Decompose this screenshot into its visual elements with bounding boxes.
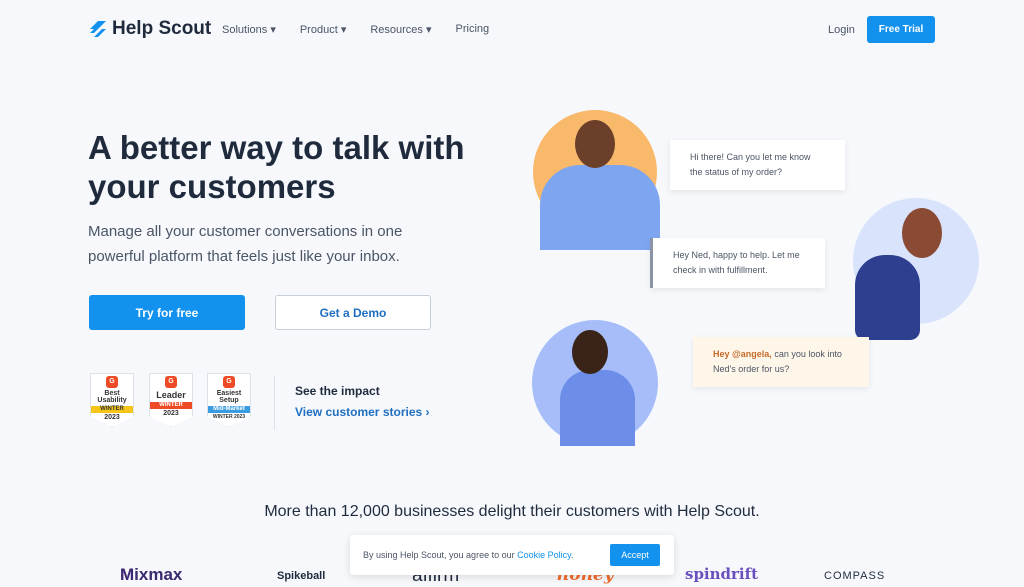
cookie-banner: By using Help Scout, you agree to our Co…	[350, 535, 674, 575]
logo-spikeball: Spikeball	[277, 570, 326, 582]
accept-cookies-button[interactable]: Accept	[610, 544, 660, 566]
nav-solutions[interactable]: Solutions ▾	[222, 23, 276, 36]
try-free-button[interactable]: Try for free	[89, 295, 245, 330]
person-head-illustration	[572, 330, 608, 374]
chat-bubble-reply: Hey Ned, happy to help. Let me check in …	[650, 238, 825, 288]
person-body-illustration	[540, 165, 660, 250]
nav-product[interactable]: Product ▾	[300, 23, 347, 36]
person-body-illustration	[560, 370, 635, 446]
brand-name: Help Scout	[112, 18, 212, 39]
top-nav: Help Scout Solutions ▾ Product ▾ Resourc…	[0, 0, 1024, 58]
person-body-illustration	[855, 255, 920, 340]
logo[interactable]: Help Scout	[88, 18, 211, 40]
hero-title: A better way to talk with your customers	[88, 129, 465, 205]
login-link[interactable]: Login	[828, 24, 855, 36]
customer-stories-link[interactable]: View customer stories ›	[295, 405, 430, 419]
logo-spindrift: spindrift	[685, 565, 759, 583]
chat-bubble-customer: Hi there! Can you let me know the status…	[670, 140, 845, 190]
person-head-illustration	[902, 208, 942, 258]
cookie-policy-link[interactable]: Cookie Policy	[517, 550, 571, 560]
hero-subtitle: Manage all your customer conversations i…	[88, 223, 403, 265]
nav-pricing[interactable]: Pricing	[456, 23, 490, 36]
g2-badge-leader: G Leader WINTER 2023	[149, 373, 193, 427]
help-scout-logo-icon	[90, 21, 106, 37]
impact-heading: See the impact	[295, 384, 380, 398]
g2-badge-best-usability: G Best Usability WINTER 2023	[90, 373, 134, 427]
chat-bubble-mention: Hey @angela, can you look into Ned's ord…	[693, 337, 869, 387]
cookie-text: By using Help Scout, you agree to our Co…	[363, 550, 574, 560]
person-head-illustration	[575, 120, 615, 168]
tagline: More than 12,000 businesses delight thei…	[264, 503, 760, 520]
free-trial-button[interactable]: Free Trial	[867, 16, 935, 43]
logo-compass: COMPASS	[824, 570, 886, 582]
divider	[274, 376, 275, 430]
g2-badge-easiest-setup: G Easiest Setup Mid-Market WINTER 2023	[207, 373, 251, 427]
get-demo-button[interactable]: Get a Demo	[275, 295, 431, 330]
nav-resources[interactable]: Resources ▾	[370, 23, 431, 36]
